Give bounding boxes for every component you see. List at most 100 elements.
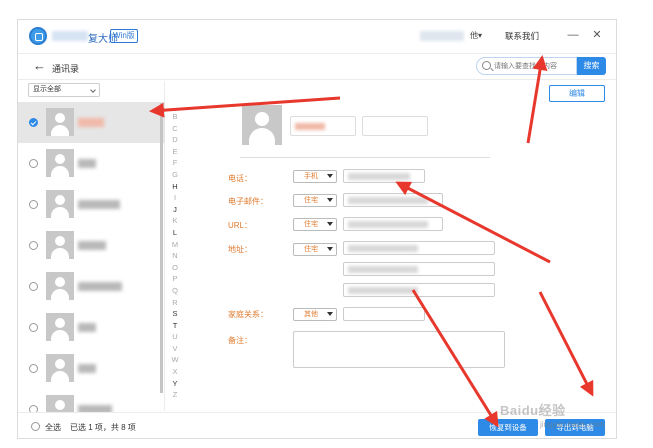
address-city-field[interactable] [343, 262, 495, 276]
alphabet-letter[interactable]: P [170, 273, 180, 285]
alphabet-letter[interactable]: T [170, 320, 180, 332]
contact-list [18, 102, 165, 430]
address-postcode-field[interactable] [343, 283, 495, 297]
app-logo-icon [29, 27, 47, 45]
contact-row[interactable] [18, 184, 165, 225]
alphabet-letter[interactable]: N [170, 250, 180, 262]
url-field[interactable] [343, 217, 443, 231]
search-button[interactable]: 搜索 [577, 57, 606, 75]
contact-row[interactable] [18, 348, 165, 389]
alphabet-letter[interactable]: V [170, 343, 180, 355]
phone-value-redacted [348, 173, 410, 180]
checkbox[interactable] [29, 159, 38, 168]
filter-dropdown[interactable]: 显示全部 [28, 83, 100, 97]
edit-button[interactable]: 编辑 [549, 85, 605, 102]
alphabet-letter[interactable]: U [170, 331, 180, 343]
first-name-field[interactable] [290, 116, 356, 136]
email-field[interactable] [343, 193, 443, 207]
checkbox[interactable] [29, 200, 38, 209]
alphabet-letter[interactable]: F [170, 157, 180, 169]
contact-name-redacted [78, 200, 120, 209]
alphabet-letter[interactable]: H [170, 181, 180, 193]
contact-row[interactable] [18, 143, 165, 184]
address-value-redacted [348, 287, 418, 294]
phone-type-select[interactable]: 手机 [293, 170, 337, 183]
restore-to-device-button[interactable]: 恢复到设备 [478, 419, 538, 436]
alphabet-letter[interactable]: S [170, 308, 180, 320]
phone-label: 电话： [228, 174, 252, 183]
alphabet-letter[interactable]: O [170, 262, 180, 274]
avatar [242, 105, 282, 145]
address-type-select[interactable]: 住宅 [293, 243, 337, 256]
email-value-redacted [348, 197, 428, 204]
alphabet-letter[interactable]: G [170, 169, 180, 181]
family-type-select[interactable]: 其他 [293, 308, 337, 321]
alphabet-letter[interactable]: C [170, 123, 180, 135]
page-header: ← 通讯录 搜索 [18, 54, 616, 80]
alphabet-letter[interactable]: X [170, 366, 180, 378]
contact-us-link[interactable]: 联系我们 [505, 30, 539, 42]
family-label: 家庭关系： [228, 310, 268, 319]
contact-row[interactable] [18, 225, 165, 266]
family-field[interactable] [343, 307, 425, 321]
address-value-redacted [348, 266, 418, 273]
checkbox[interactable] [29, 241, 38, 250]
name-redacted [295, 123, 325, 130]
close-icon[interactable]: ✕ [590, 28, 604, 42]
contact-name-redacted [78, 323, 96, 332]
caret-down-icon [327, 247, 333, 251]
alphabet-letter[interactable]: E [170, 146, 180, 158]
caret-down-icon [327, 198, 333, 202]
alphabet-letter[interactable]: K [170, 215, 180, 227]
title-bar: 复大师 Win版 他▾ 联系我们 — ✕ [18, 20, 616, 54]
alphabet-letter[interactable]: L [170, 227, 180, 239]
alphabet-letter[interactable]: M [170, 239, 180, 251]
last-name-field[interactable] [362, 116, 428, 136]
avatar [46, 272, 74, 300]
avatar [46, 190, 74, 218]
scrollbar[interactable] [160, 103, 163, 393]
alphabet-letter[interactable]: Y [170, 378, 180, 390]
avatar [46, 354, 74, 382]
alphabet-letter[interactable]: Z [170, 389, 180, 401]
alphabet-letter[interactable]: D [170, 134, 180, 146]
checkbox[interactable] [29, 118, 38, 127]
contact-name-redacted [78, 118, 104, 127]
alphabet-letter[interactable]: R [170, 297, 180, 309]
checkbox[interactable] [29, 282, 38, 291]
alphabet-letter[interactable]: J [170, 204, 180, 216]
address-type-value: 住宅 [304, 246, 318, 253]
contact-row[interactable] [18, 266, 165, 307]
avatar [46, 108, 74, 136]
watermark: Baidu经验 [500, 403, 566, 418]
minimize-icon[interactable]: — [566, 28, 580, 42]
search-input[interactable] [494, 60, 574, 72]
arrow-left-icon[interactable]: ← [33, 59, 46, 73]
email-label: 电子邮件： [228, 197, 268, 206]
url-label: URL： [228, 221, 253, 230]
alphabet-letter[interactable]: Q [170, 285, 180, 297]
select-all-checkbox[interactable] [31, 422, 40, 431]
remark-field[interactable] [293, 331, 505, 368]
phone-field[interactable] [343, 169, 425, 183]
checkbox[interactable] [29, 323, 38, 332]
url-value-redacted [348, 221, 428, 228]
edition-badge: Win版 [110, 29, 138, 43]
email-type-select[interactable]: 住宅 [293, 194, 337, 207]
caret-down-icon [327, 222, 333, 226]
chevron-down-icon [90, 87, 96, 93]
avatar [46, 149, 74, 177]
checkbox[interactable] [29, 364, 38, 373]
remark-label: 备注： [228, 336, 252, 345]
contact-row[interactable] [18, 102, 165, 143]
family-type-value: 其他 [304, 311, 318, 318]
address-street-field[interactable] [343, 241, 495, 255]
contact-row[interactable] [18, 307, 165, 348]
divider [240, 157, 490, 158]
alphabet-letter[interactable]: I [170, 192, 180, 204]
url-type-select[interactable]: 住宅 [293, 218, 337, 231]
alphabet-index: BCDEFGHIJKLMNOPQRSTUVWXYZ [170, 111, 180, 401]
account-menu[interactable]: 他▾ [470, 30, 482, 41]
alphabet-letter[interactable]: B [170, 111, 180, 123]
alphabet-letter[interactable]: W [170, 354, 180, 366]
